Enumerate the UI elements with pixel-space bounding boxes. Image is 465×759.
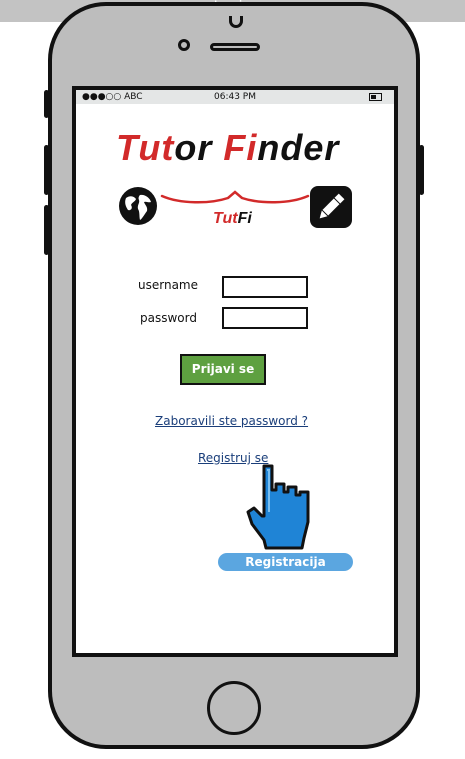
battery-icon (369, 93, 382, 101)
logo-text-fi: Fi (223, 127, 258, 168)
logo-text-or: or (174, 127, 224, 168)
status-time: 06:43 PM (214, 92, 256, 102)
globe-icon (119, 187, 157, 225)
subtitle-fi: Fi (237, 210, 252, 227)
logo-text-nder: nder (257, 127, 340, 168)
camera-icon (178, 39, 190, 51)
password-field[interactable] (222, 307, 308, 330)
status-bar: ●●●○○ ABC 06:43 PM (76, 90, 394, 104)
phone-volume-down-button (44, 205, 49, 255)
pencil-icon (310, 186, 352, 228)
phone-power-button (419, 145, 424, 195)
password-input[interactable] (224, 312, 306, 330)
phone-volume-up-button (44, 145, 49, 195)
home-button[interactable] (207, 681, 261, 735)
subtitle-tut: Tut (213, 210, 238, 227)
logo-text-tut: Tut (116, 127, 175, 168)
username-field[interactable] (222, 276, 308, 299)
logo-swoosh (160, 190, 310, 204)
password-label: password (140, 311, 197, 325)
speaker-grille (210, 43, 260, 51)
login-button[interactable]: Prijavi se (180, 354, 266, 385)
username-label: username (138, 278, 198, 292)
registration-button[interactable]: Registracija (218, 553, 353, 571)
phone-side-button (44, 90, 49, 118)
forgot-password-link[interactable]: Zaboravili ste password ? (155, 414, 308, 428)
logo-subtitle: TutFi (213, 210, 252, 228)
app-logo: Tutor Finder (116, 127, 356, 169)
username-input[interactable] (224, 281, 306, 299)
hand-cursor-icon (246, 464, 310, 550)
